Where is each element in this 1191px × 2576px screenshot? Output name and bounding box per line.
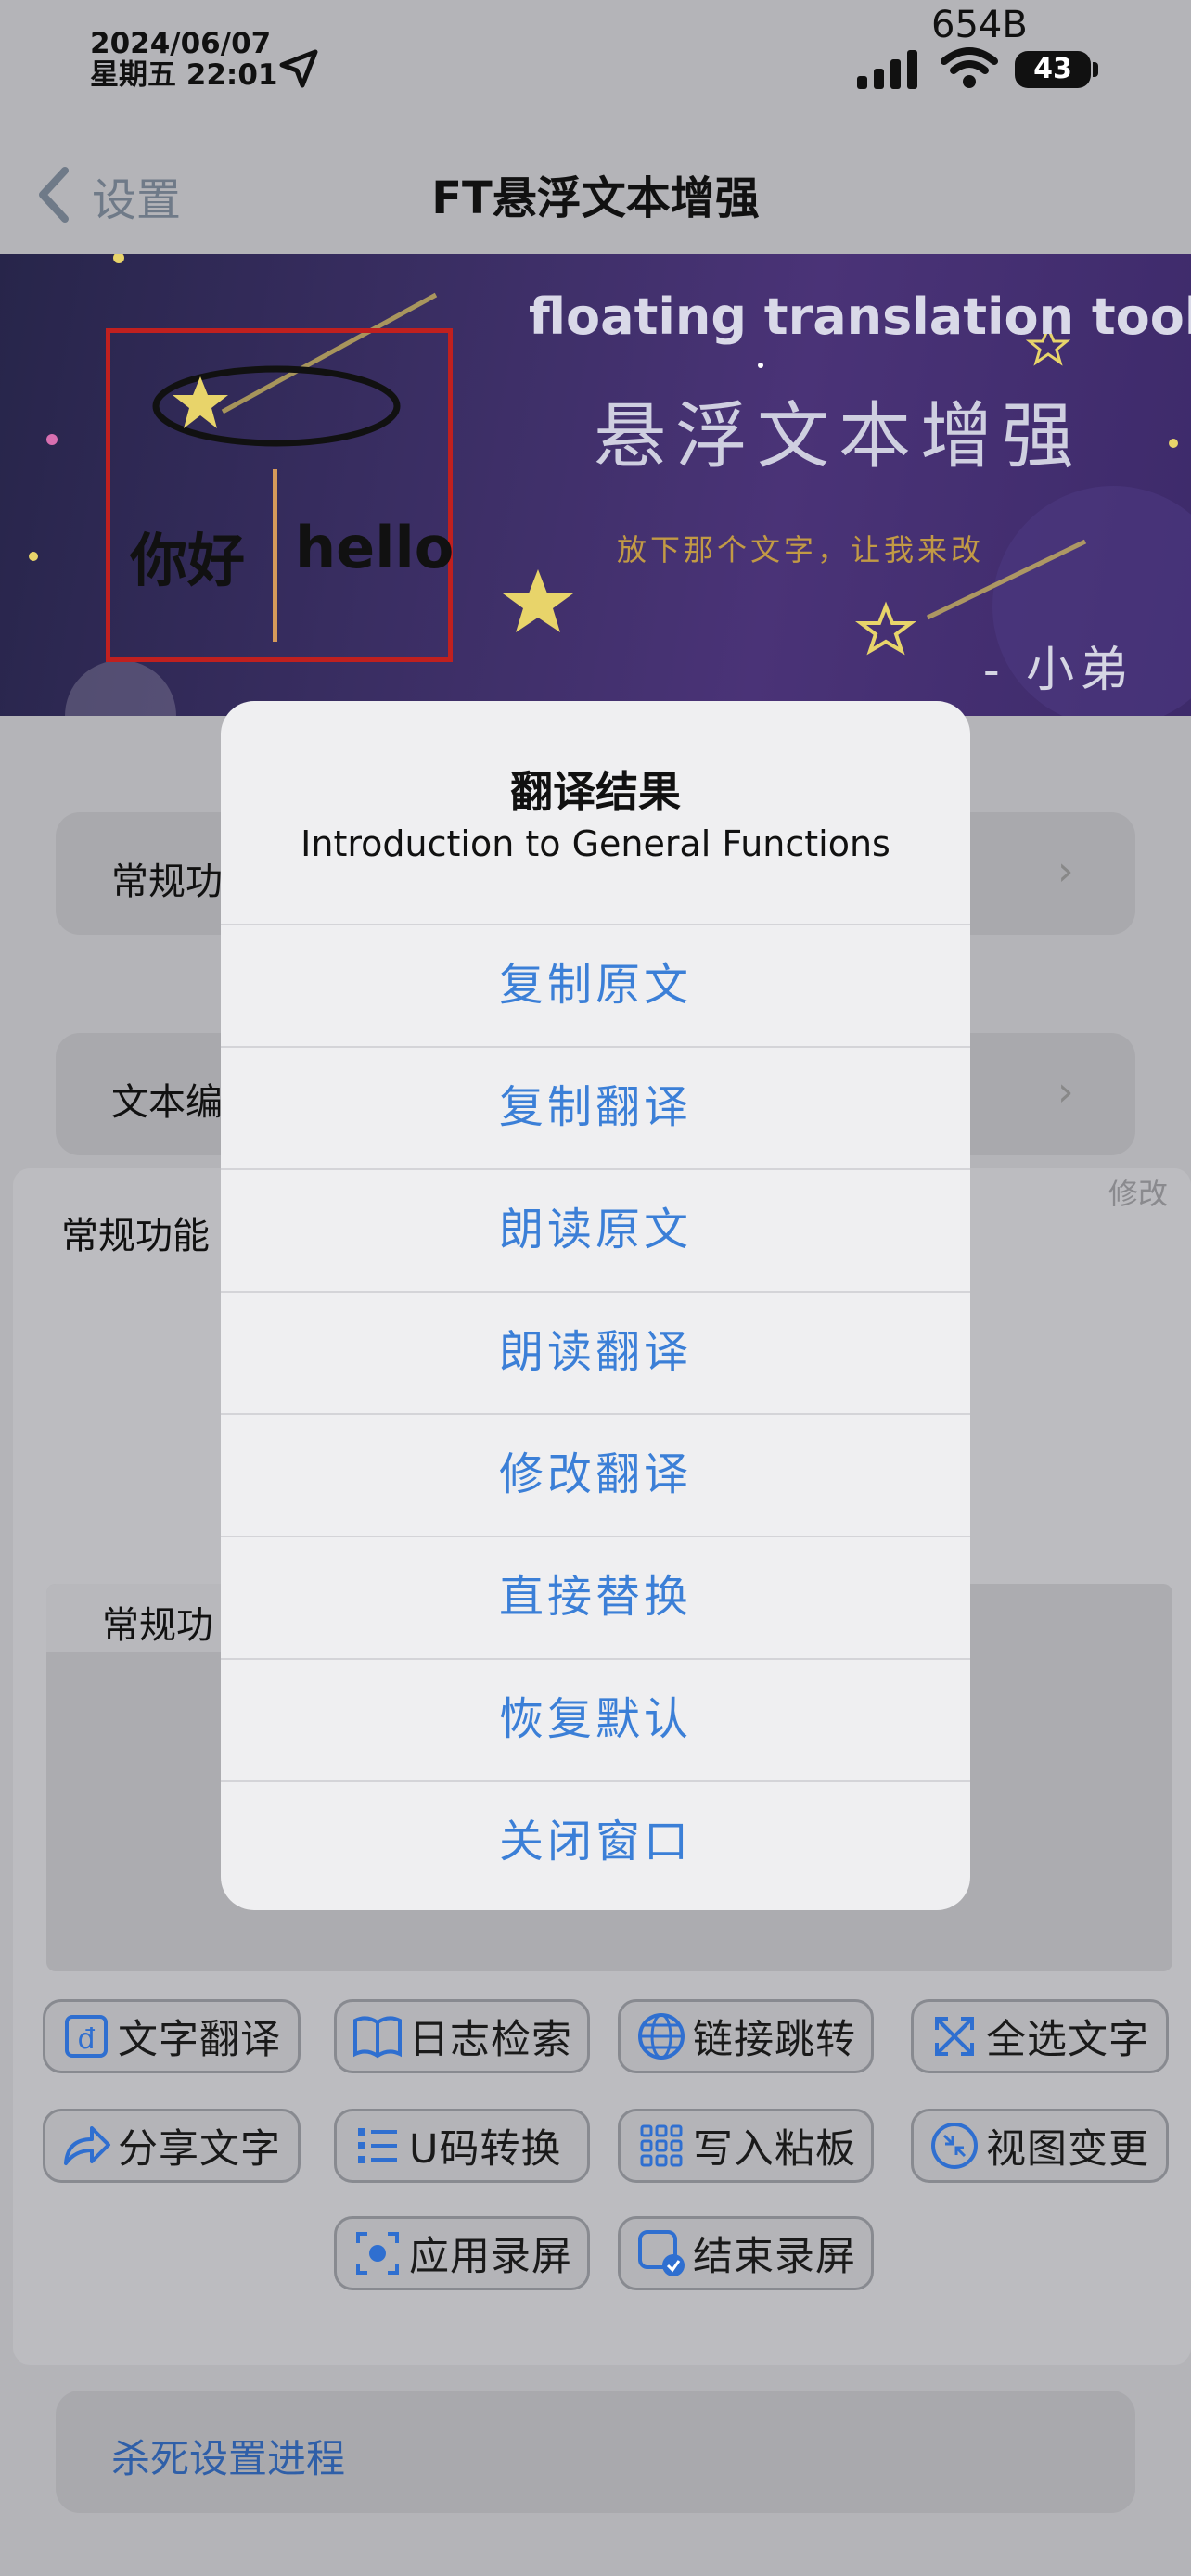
banner-title-cn: 悬浮文本增强 [594,395,1084,478]
logo-divider [273,469,277,642]
dialog-message: Introduction to General Functions [301,823,890,864]
book-icon [352,2010,403,2062]
header-banner: 你好 hello floating translation tool 悬浮文本增… [0,254,1191,716]
list-item-general-label: 常规功 [111,861,223,903]
compress-icon [928,2120,980,2172]
list-item-text-edit-label: 文本编 [111,1081,223,1124]
translate-icon: đ [60,2010,112,2062]
logo-text-en: hello [295,514,455,581]
button-label: 结束录屏 [693,2234,856,2280]
copy-translation-action[interactable]: 复制翻译 [221,1046,970,1168]
signal-icon [857,50,917,89]
translation-result-dialog: 翻译结果 Introduction to General Functions 复… [221,701,970,1910]
chevron-right-icon: › [1057,848,1074,895]
banner-slogan: 放下那个文字，让我来改 [617,532,985,567]
status-date: 2024/06/07 [90,27,272,60]
wifi-icon [941,47,998,88]
translate-text-button[interactable]: đ 文字翻译 [43,1999,301,2073]
replace-directly-action[interactable]: 直接替换 [221,1536,970,1658]
stop-record-icon [635,2227,687,2279]
panel-title: 常规功能 [61,1215,210,1257]
button-label: 写入粘板 [693,2126,856,2173]
button-label: U码转换 [409,2126,562,2173]
location-arrow-icon [279,49,318,88]
expand-icon [928,2010,980,2062]
view-change-button[interactable]: 视图变更 [911,2109,1169,2183]
close-window-action[interactable]: 关闭窗口 [221,1780,970,1903]
page-title: FT悬浮文本增强 [431,172,760,224]
button-label: 日志检索 [409,2017,572,2063]
button-label: 分享文字 [118,2126,281,2173]
edit-translation-action[interactable]: 修改翻译 [221,1413,970,1536]
select-all-button[interactable]: 全选文字 [911,1999,1169,2073]
button-label: 应用录屏 [409,2234,572,2280]
button-label: 视图变更 [986,2126,1149,2173]
status-weekday-time: 星期五 22:01 [90,58,278,92]
write-clipboard-button[interactable]: 写入粘板 [618,2109,874,2183]
u-code-convert-button[interactable]: U码转换 [334,2109,590,2183]
banner-signature: - 小弟 [983,643,1134,698]
logo-text-cn: 你好 [130,527,246,594]
grid-icon [635,2120,687,2172]
share-icon [60,2120,112,2172]
logo-star-icon [152,365,401,447]
link-jump-button[interactable]: 链接跳转 [618,1999,874,2073]
preview-box-label: 常规功 [102,1604,213,1647]
svg-text:đ: đ [77,2023,95,2056]
panel-edit-button[interactable]: 修改 [1108,1170,1168,1213]
record-icon [352,2227,403,2279]
read-translation-action[interactable]: 朗读翻译 [221,1291,970,1413]
network-speed: 654B [931,4,1028,46]
button-label: 文字翻译 [118,2017,281,2063]
stop-record-button[interactable]: 结束录屏 [618,2216,874,2290]
restore-default-action[interactable]: 恢复默认 [221,1658,970,1780]
kill-settings-process-label: 杀死设置进程 [111,2436,346,2481]
copy-original-action[interactable]: 复制原文 [221,924,970,1046]
button-label: 全选文字 [986,2017,1149,2063]
battery-tip [1093,62,1098,77]
list-icon [352,2120,403,2172]
read-original-action[interactable]: 朗读原文 [221,1168,970,1291]
share-text-button[interactable]: 分享文字 [43,2109,301,2183]
app-record-button[interactable]: 应用录屏 [334,2216,590,2290]
battery-indicator: 43 [1015,51,1091,88]
log-search-button[interactable]: 日志检索 [334,1999,590,2073]
button-label: 链接跳转 [693,2017,856,2063]
status-date-time: 2024/06/07 星期五 22:01 [90,28,277,91]
banner-title-en: floating translation tool [529,287,1191,346]
globe-icon [635,2010,687,2062]
chevron-right-icon: › [1057,1068,1074,1116]
dialog-title: 翻译结果 [510,767,681,817]
